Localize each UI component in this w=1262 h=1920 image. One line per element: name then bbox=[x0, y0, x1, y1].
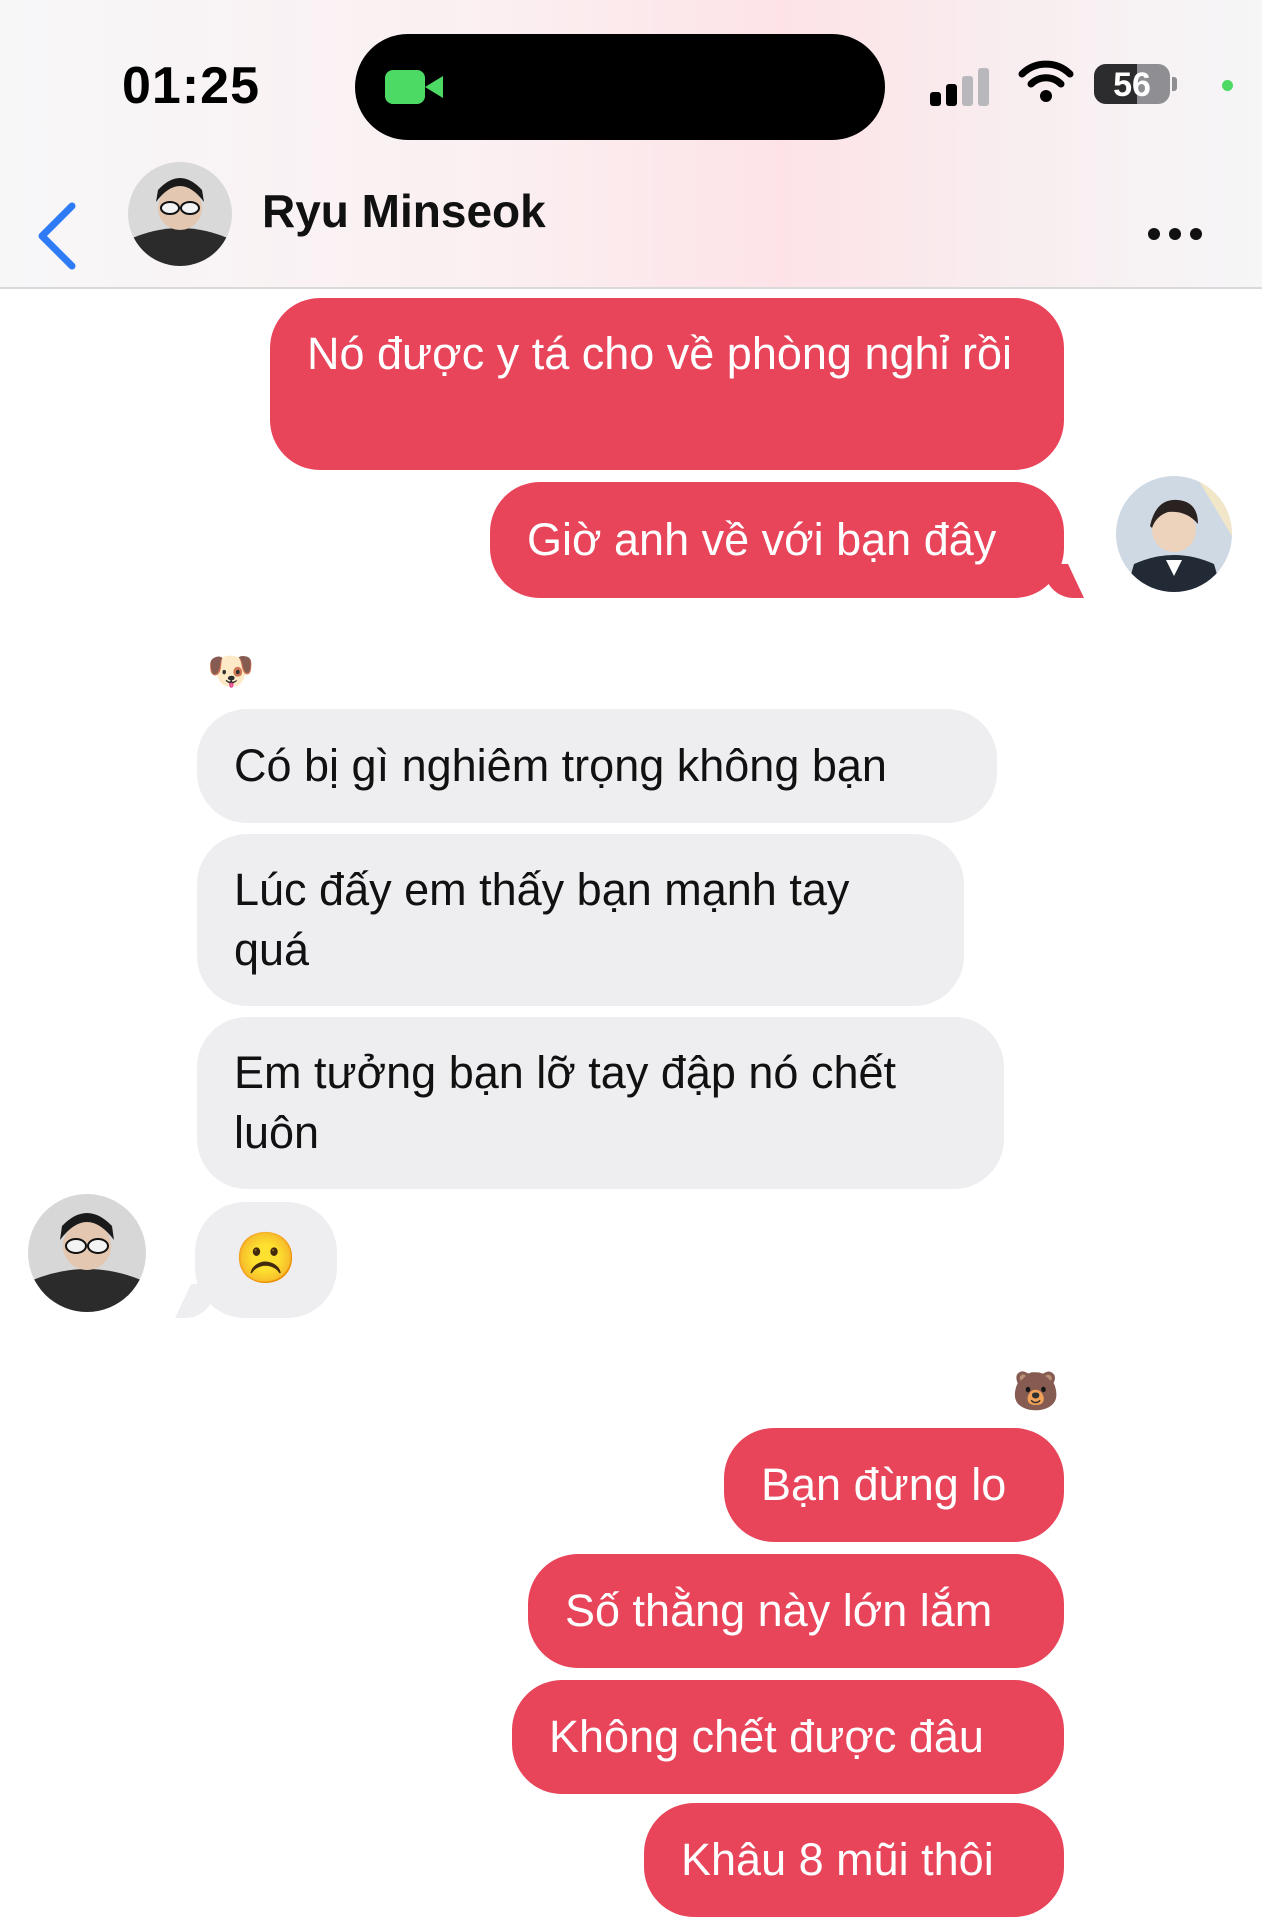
message-bubble-outgoing[interactable]: Khâu 8 mũi thôi bbox=[644, 1803, 1064, 1917]
message-text: Bạn đừng lo bbox=[761, 1459, 1007, 1510]
my-avatar[interactable] bbox=[1116, 476, 1232, 592]
message-text: Em tưởng bạn lỡ tay đập nó chết luôn bbox=[234, 1047, 897, 1158]
contact-avatar[interactable] bbox=[128, 162, 232, 266]
message-bubble-incoming[interactable]: ☹️ bbox=[195, 1202, 337, 1318]
mic-indicator-dot bbox=[1222, 80, 1233, 91]
battery-icon: 56 bbox=[1094, 64, 1170, 104]
wifi-icon bbox=[1018, 60, 1074, 102]
back-chevron-icon[interactable] bbox=[28, 196, 88, 276]
contact-avatar-small[interactable] bbox=[28, 1194, 146, 1312]
message-bubble-incoming[interactable]: Em tưởng bạn lỡ tay đập nó chết luôn bbox=[197, 1017, 1004, 1189]
message-text: Số thằng này lớn lắm bbox=[565, 1585, 993, 1636]
message-text: Có bị gì nghiêm trọng không bạn bbox=[234, 740, 887, 791]
status-time: 01:25 bbox=[122, 57, 260, 115]
message-text: Lúc đấy em thấy bạn mạnh tay quá bbox=[234, 864, 850, 975]
sender-reaction-emoji: 🐶 bbox=[207, 651, 255, 693]
message-bubble-outgoing[interactable]: Giờ anh về với bạn đây bbox=[490, 482, 1064, 598]
message-text: ☹️ bbox=[234, 1230, 298, 1286]
cellular-signal-icon bbox=[930, 66, 992, 106]
message-text: Nó được y tá cho về phòng nghỉ rồi bbox=[307, 328, 1013, 379]
battery-cap bbox=[1172, 77, 1177, 91]
message-text: Khâu 8 mũi thôi bbox=[681, 1834, 994, 1885]
more-icon[interactable] bbox=[1140, 222, 1210, 252]
contact-name[interactable]: Ryu Minseok bbox=[262, 184, 546, 238]
message-bubble-outgoing[interactable]: Không chết được đâu bbox=[512, 1680, 1064, 1794]
video-camera-icon bbox=[385, 70, 443, 104]
sender-reaction-emoji: 🐻 bbox=[1012, 1371, 1060, 1413]
message-bubble-incoming[interactable]: Lúc đấy em thấy bạn mạnh tay quá bbox=[197, 834, 964, 1006]
message-bubble-incoming[interactable]: Có bị gì nghiêm trọng không bạn bbox=[197, 709, 997, 823]
message-bubble-outgoing[interactable]: Nó được y tá cho về phòng nghỉ rồi bbox=[270, 298, 1064, 470]
message-bubble-outgoing[interactable]: Số thằng này lớn lắm bbox=[528, 1554, 1064, 1668]
dynamic-island[interactable] bbox=[355, 34, 885, 140]
message-bubble-outgoing[interactable]: Bạn đừng lo bbox=[724, 1428, 1064, 1542]
battery-percentage: 56 bbox=[1113, 66, 1151, 104]
message-text: Giờ anh về với bạn đây bbox=[527, 514, 997, 565]
message-text: Không chết được đâu bbox=[549, 1711, 984, 1762]
